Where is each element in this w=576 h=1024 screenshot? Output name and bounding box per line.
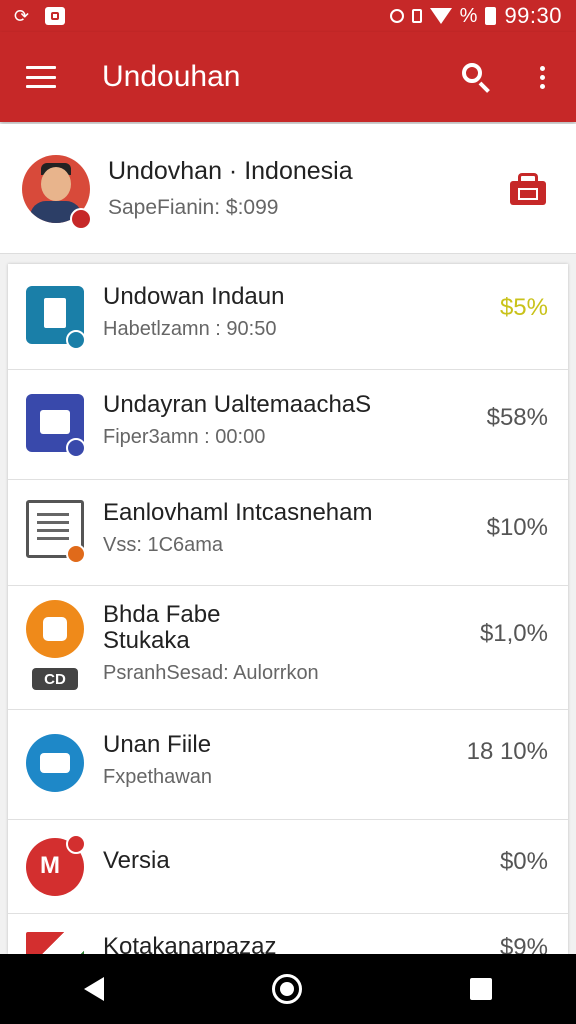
- item-subtitle: Habetlzamn : 90:50: [103, 318, 277, 340]
- item-title: Unan Fiile: [103, 731, 212, 758]
- notification-icon: ⟳: [14, 5, 30, 26]
- list-item[interactable]: CD Bhda Fabe Stukaka PsranhSesad: Aulorr…: [8, 586, 568, 710]
- item-title: Undowan Indaun: [103, 283, 285, 310]
- alarm-icon: [389, 9, 404, 23]
- item-title-line2: Stukaka: [103, 627, 190, 654]
- more-options-icon[interactable]: [522, 57, 562, 97]
- avatar-badge-icon: [70, 208, 92, 230]
- item-value: $1,0%: [479, 620, 548, 647]
- badge-icon: [66, 834, 86, 854]
- item-title: Versia: [103, 847, 170, 874]
- status-time: 99:30: [504, 3, 562, 28]
- shop-icon[interactable]: [510, 172, 546, 205]
- item-title: Bhda Fabe: [103, 601, 221, 628]
- status-bar: ⟳ % 99:30: [0, 0, 576, 32]
- item-value: $58%: [486, 404, 548, 431]
- battery-icon: [485, 7, 497, 25]
- recent-apps-icon[interactable]: [470, 978, 492, 1000]
- list-item[interactable]: Versia $0%: [8, 820, 568, 914]
- item-value: $5%: [499, 294, 548, 321]
- home-icon[interactable]: [272, 974, 302, 1004]
- menu-icon[interactable]: [26, 66, 56, 88]
- profile-subtitle: SapeFianin: $:099: [108, 196, 279, 219]
- system-nav-bar: [0, 954, 576, 1024]
- chat-bubble-icon: [26, 600, 84, 658]
- badge-icon: [66, 544, 86, 564]
- flag-icon: [26, 932, 84, 954]
- page-title: Undouhan: [102, 60, 241, 93]
- item-subtitle: Fxpethawan: [103, 766, 212, 788]
- item-subtitle: Vss: 1C6ama: [103, 534, 224, 556]
- item-subtitle: Fiper3amn : 00:00: [103, 426, 266, 448]
- item-value: $0%: [499, 848, 548, 875]
- item-value: 18 10%: [466, 738, 548, 765]
- profile-name: Undovhan · Indonesia: [108, 157, 353, 185]
- app-notification-icon: [45, 7, 66, 25]
- back-icon[interactable]: [84, 977, 104, 1001]
- app-bar: Undouhan: [0, 32, 576, 122]
- battery-percent: %: [459, 4, 478, 27]
- badge-icon: [66, 438, 86, 458]
- profile-card[interactable]: Undovhan · Indonesia SapeFianin: $:099: [0, 124, 576, 254]
- cd-tag: CD: [32, 668, 78, 690]
- item-value: $10%: [486, 514, 548, 541]
- list-item[interactable]: Unan Fiile Fxpethawan 18 10%: [8, 710, 568, 820]
- item-title: Kotakanarpazaz: [103, 933, 277, 955]
- badge-icon: [66, 330, 86, 350]
- item-title: Eanlovhaml Intcasneham: [103, 499, 373, 526]
- item-title: Undayran UaltemaachaS: [103, 391, 372, 418]
- message-icon: [26, 734, 84, 792]
- list-item[interactable]: Undowan Indaun Habetlzamn : 90:50 $5%: [8, 264, 568, 370]
- wifi-icon: [429, 8, 452, 24]
- list-item[interactable]: Kotakanarpazaz $9%: [8, 914, 568, 954]
- item-value: $9%: [499, 934, 548, 954]
- item-list: Undowan Indaun Habetlzamn : 90:50 $5% Un…: [8, 264, 568, 954]
- list-item[interactable]: Eanlovhaml Intcasneham Vss: 1C6ama $10%: [8, 480, 568, 586]
- list-item[interactable]: Undayran UaltemaachaS Fiper3amn : 00:00 …: [8, 370, 568, 480]
- vibrate-icon: [411, 9, 422, 23]
- search-icon[interactable]: [456, 57, 496, 97]
- item-subtitle: PsranhSesad: Aulorrkon: [103, 662, 319, 684]
